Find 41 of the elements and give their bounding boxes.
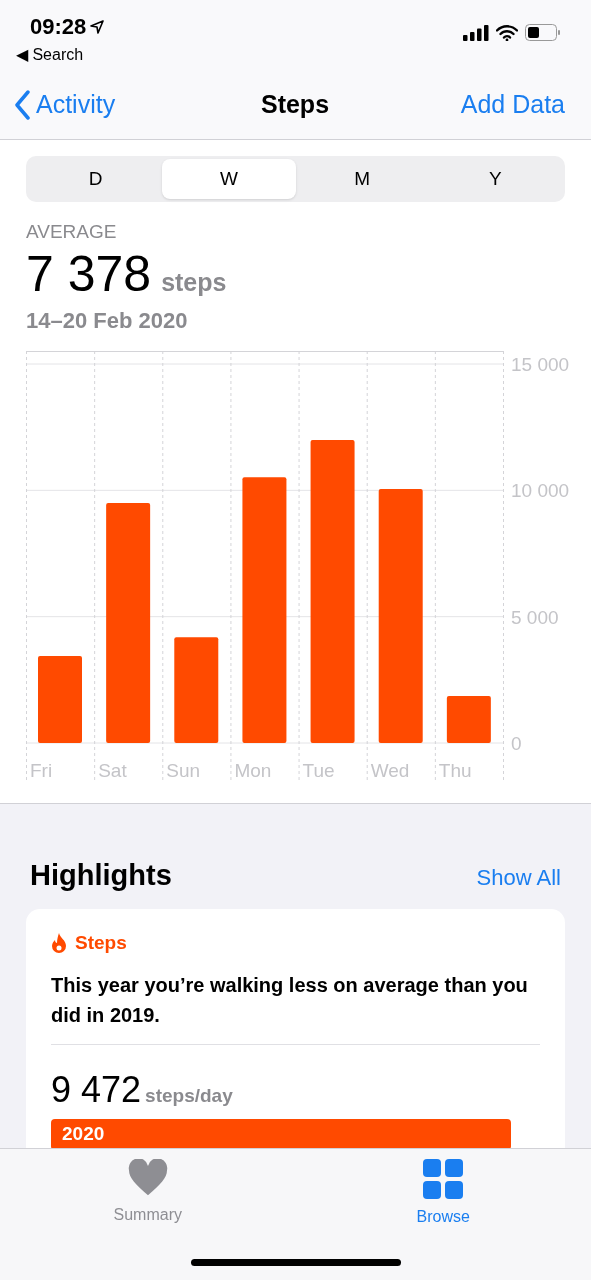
grid-icon: [423, 1159, 464, 1199]
axis-label: 5 000: [511, 606, 559, 628]
axis-label: 15 000: [511, 353, 570, 375]
axis-label: Sun: [166, 759, 201, 781]
axis-label: Mon: [234, 759, 272, 781]
axis-label: 10 000: [511, 479, 570, 501]
status-time: 09:28: [30, 13, 87, 41]
add-data-button[interactable]: Add Data: [460, 85, 577, 124]
back-to-search-link[interactable]: ◀ Search: [16, 43, 105, 67]
axis-label: Wed: [370, 759, 410, 781]
chevron-left-icon: [14, 89, 30, 120]
highlight-value: 9 472: [51, 1067, 142, 1112]
axis-label: Fri: [30, 759, 53, 781]
wifi-icon: [496, 24, 518, 41]
show-all-link[interactable]: Show All: [476, 860, 561, 894]
section-title: Highlights: [30, 857, 172, 893]
segment-tab[interactable]: Y: [428, 159, 562, 199]
highlight-unit: steps/day: [145, 1083, 233, 1108]
segment-tab[interactable]: D: [29, 159, 163, 199]
axis-label: Thu: [438, 759, 472, 781]
average-value: 7 378: [26, 246, 152, 302]
highlight-text: This year you’re walking less on average than you did in 2019.: [51, 969, 540, 1045]
average-unit: steps: [161, 268, 227, 296]
bar: [446, 695, 491, 743]
bar-label: 2020: [62, 1121, 105, 1146]
axis-label: Sat: [98, 759, 127, 781]
segment-tab[interactable]: M: [295, 159, 429, 199]
heart-icon: [126, 1159, 169, 1197]
date-range: 14–20 Feb 2020: [26, 306, 189, 335]
card-category: Steps: [75, 931, 127, 955]
axis-label: Tue: [302, 759, 335, 781]
flame-icon: [51, 933, 67, 954]
page-title: Steps: [260, 88, 330, 120]
signal-icon: [463, 24, 489, 41]
summary-label: AVERAGE: [26, 220, 118, 244]
tab-bar-item[interactable]: Browse: [383, 1159, 504, 1229]
location-arrow-icon: [90, 19, 105, 34]
axis-label: 0: [511, 732, 522, 754]
battery-icon: [525, 24, 561, 41]
segment-tab[interactable]: W: [162, 159, 296, 199]
back-button[interactable]: Activity: [14, 85, 116, 124]
